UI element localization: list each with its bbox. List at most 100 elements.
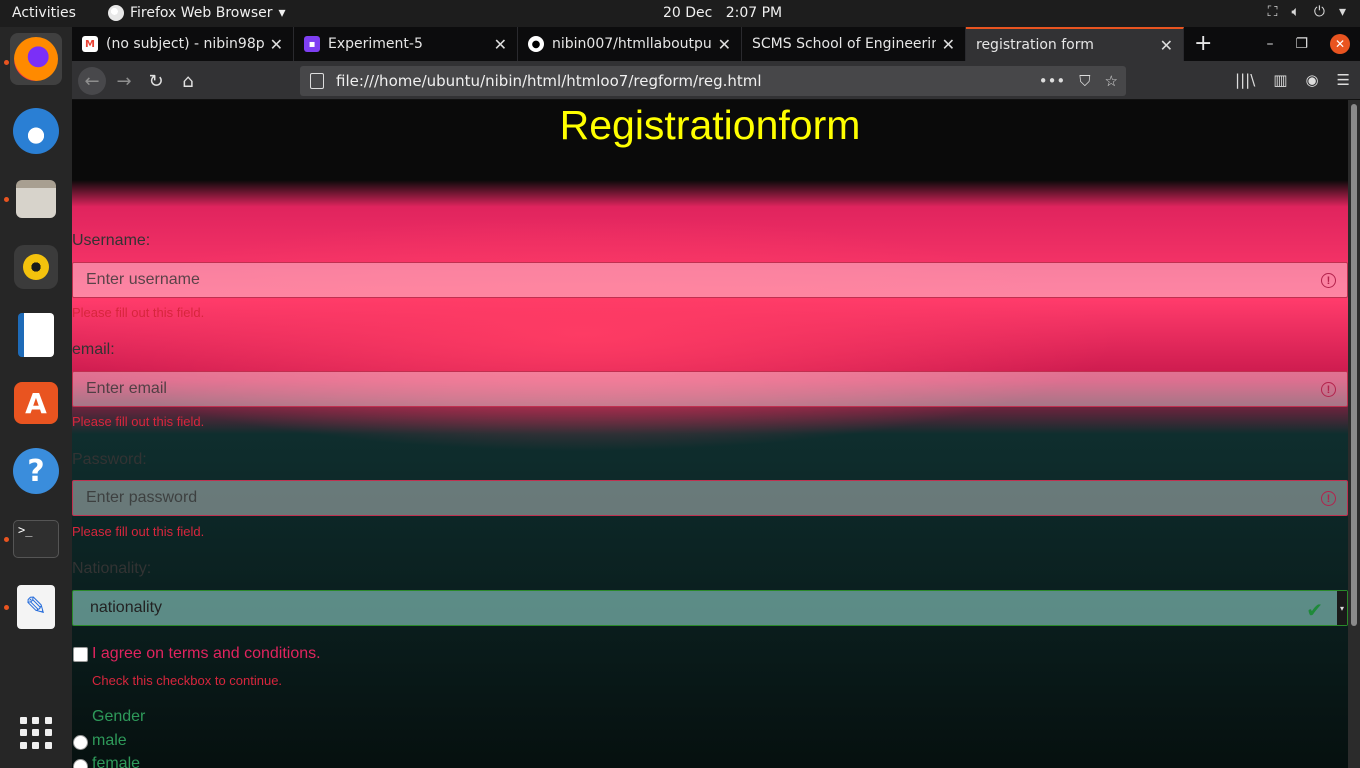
reload-button[interactable]: ↻ [142,67,170,95]
dock-text-editor[interactable]: ✎ [10,581,62,633]
page-icon [310,73,324,89]
volume-icon: 🔈︎ [1291,4,1300,20]
url-bar[interactable]: file:///home/ubuntu/nibin/html/htmloo7/r… [300,66,1126,96]
gender-male-radio[interactable] [73,735,88,750]
tab-experiment[interactable]: ▪ Experiment-5 ✕ [294,27,518,61]
sidebar-icon[interactable]: ▥ [1273,71,1287,89]
back-button[interactable]: ← [78,67,106,95]
clock-time: 2:07 PM [725,5,783,21]
firefox-icon [108,5,124,21]
running-indicator [4,197,9,202]
close-icon[interactable]: ✕ [942,35,955,54]
help-icon: ? [13,448,59,494]
clock[interactable]: 20 Dec 2:07 PM [663,5,782,21]
tab-title: nibin007/htmllaboutput [552,36,712,52]
email-label: email: [72,341,115,358]
tab-github[interactable]: ● nibin007/htmllaboutput ✕ [518,27,742,61]
system-tray[interactable]: ⛶ 🔈︎ ⏻ ▾ [1268,4,1346,20]
maximize-icon[interactable]: ❐ [1295,36,1308,52]
password-placeholder: Enter password [86,489,198,506]
new-tab-button[interactable]: + [1194,31,1212,56]
gender-male-label[interactable]: male [92,732,127,750]
email-placeholder: Enter email [86,380,167,397]
tab-registration[interactable]: registration form ✕ [966,27,1184,61]
nationality-label: Nationality: [72,560,152,577]
tab-gmail[interactable]: M (no subject) - nibin98pra ✕ [72,27,294,61]
page-actions-icon[interactable]: ••• [1039,72,1066,90]
close-icon[interactable]: ✕ [270,35,283,54]
tab-title: SCMS School of Engineering [752,36,936,52]
window-controls: – ❐ ✕ [1266,34,1350,54]
tab-scms[interactable]: SCMS School of Engineering ✕ [742,27,966,61]
menu-icon[interactable]: ☰ [1337,71,1350,89]
rhythmbox-icon [14,245,58,289]
navigation-toolbar: ← → ↻ ⌂ file:///home/ubuntu/nibin/html/h… [72,61,1360,100]
page-title: Registrationform [559,102,861,148]
github-icon: ● [528,36,544,52]
running-indicator [4,605,9,610]
username-label: Username: [72,232,151,249]
close-icon[interactable]: ✕ [718,35,731,54]
files-icon [16,180,56,218]
toolbar-right: |||\ ▥ ◉ ☰ [1235,71,1350,89]
username-placeholder: Enter username [86,271,200,288]
dock: A ? >_ ✎ [0,27,72,768]
clock-date: 20 Dec [663,5,713,21]
running-indicator [4,60,9,65]
tab-title: Experiment-5 [328,36,423,52]
email-input[interactable]: Enter email ! [72,371,1348,407]
page-content: Registrationform Username: Enter usernam… [72,100,1348,768]
invalid-icon: ! [1321,273,1336,288]
gender-label: Gender [92,708,146,725]
checkmark-icon: ✔ [1306,600,1323,622]
tab-title: registration form [976,37,1094,53]
classroom-icon: ▪ [304,36,320,52]
chevron-down-icon: ▾ [278,5,286,21]
activities-button[interactable]: Activities [12,5,76,21]
account-icon[interactable]: ◉ [1305,71,1318,89]
show-applications-icon[interactable] [20,717,52,749]
network-icon: ⛶ [1267,4,1278,20]
dock-firefox[interactable] [10,33,62,85]
app-menu[interactable]: Firefox Web Browser ▾ [108,5,286,21]
power-icon: ⏻ [1313,4,1325,20]
dock-files[interactable] [10,173,62,225]
thunderbird-icon [13,108,59,154]
home-button[interactable]: ⌂ [174,67,202,95]
pocket-icon[interactable]: ⛉ [1079,72,1090,90]
gender-female-radio[interactable] [73,759,88,768]
nationality-value: nationality [90,599,163,616]
bookmark-star-icon[interactable]: ☆ [1105,72,1118,90]
page-scrollbar[interactable] [1348,100,1360,768]
tab-strip: M (no subject) - nibin98pra ✕ ▪ Experime… [72,27,1360,61]
firefox-icon [14,37,58,81]
minimize-icon[interactable]: – [1266,36,1273,52]
dock-rhythmbox[interactable] [10,241,62,293]
url-text[interactable]: file:///home/ubuntu/nibin/html/htmloo7/r… [336,72,1039,90]
terms-label[interactable]: I agree on terms and conditions. [92,645,321,663]
password-label: Password: [72,451,147,468]
password-error: Please fill out this field. [72,524,205,539]
software-store-icon: A [14,382,58,424]
dropdown-arrow-icon[interactable]: ▾ [1337,591,1347,625]
chevron-down-icon: ▾ [1338,4,1346,20]
dock-terminal[interactable]: >_ [10,513,62,565]
terms-error: Check this checkbox to continue. [92,673,283,688]
library-icon[interactable]: |||\ [1235,71,1255,89]
dock-writer[interactable] [10,309,62,361]
dock-software[interactable]: A [10,377,62,429]
scrollbar-thumb[interactable] [1351,104,1357,626]
password-input[interactable]: Enter password ! [72,480,1348,516]
writer-icon [18,313,54,357]
terms-checkbox[interactable] [73,647,88,662]
gender-female-label[interactable]: female [92,755,140,768]
close-window-icon[interactable]: ✕ [1330,34,1350,54]
dock-thunderbird[interactable] [10,105,62,157]
close-icon[interactable]: ✕ [494,35,507,54]
close-icon[interactable]: ✕ [1160,36,1173,55]
dock-help[interactable]: ? [10,445,62,497]
username-input[interactable]: Enter username ! [72,262,1348,298]
nationality-select[interactable]: nationality ✔ ▾ [72,590,1348,626]
running-indicator [4,537,9,542]
forward-button[interactable]: → [110,67,138,95]
